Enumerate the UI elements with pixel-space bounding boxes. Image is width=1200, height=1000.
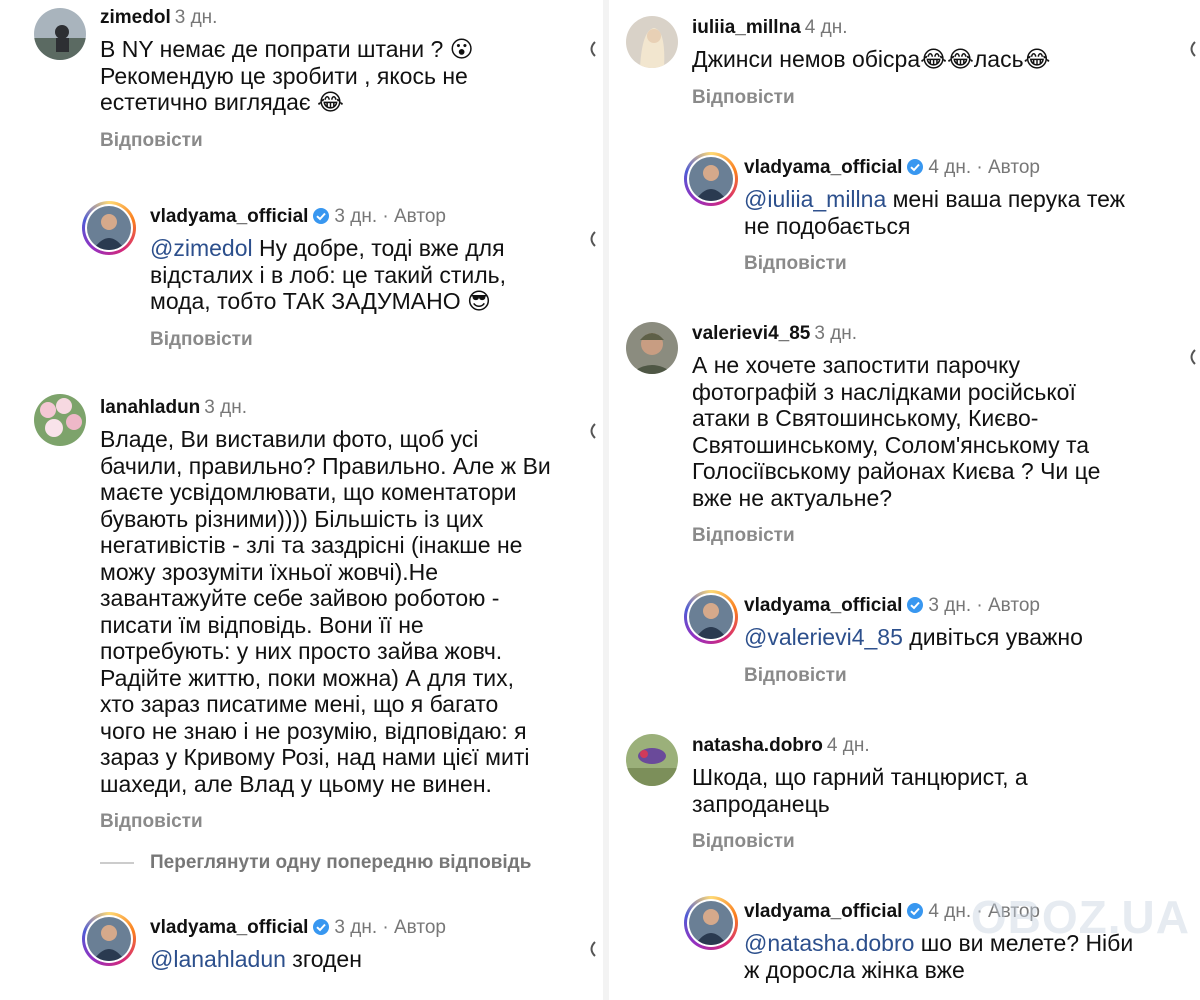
reply-button[interactable]: Відповісти	[100, 130, 570, 152]
mention-link[interactable]: @valerievi4_85	[744, 624, 903, 650]
comment-text: Шкода, що гарний танцюрист, а запроданец…	[692, 764, 1028, 817]
watermark: OBOZ.UA	[970, 891, 1190, 943]
username[interactable]: zimedol	[100, 7, 171, 28]
timestamp: 3 дн. · Автор	[334, 917, 446, 938]
comment-text: Владе, Ви виставили фото, щоб усі бачили…	[100, 426, 551, 797]
avatar-vladyama	[689, 901, 733, 945]
verified-badge-icon	[906, 902, 924, 920]
timestamp: 3 дн.	[204, 397, 248, 418]
username[interactable]: valerievi4_85	[692, 323, 810, 344]
view-previous-label: Переглянути одну попередню відповідь	[150, 852, 532, 873]
divider-line	[100, 861, 134, 864]
avatar-natasha-dobro[interactable]	[626, 734, 678, 786]
reply-button[interactable]: Відповісти	[692, 831, 1172, 853]
timestamp: 4 дн. · Автор	[928, 157, 1040, 178]
column-divider	[603, 0, 609, 1000]
verified-badge-icon	[312, 918, 330, 936]
heart-icon[interactable]	[586, 40, 596, 58]
heart-icon[interactable]	[586, 230, 596, 248]
heart-icon[interactable]	[1186, 348, 1196, 366]
reply-button[interactable]: Відповісти	[744, 665, 1164, 687]
avatar-zimedol[interactable]	[34, 8, 86, 60]
mention-link[interactable]: @natasha.dobro	[744, 930, 914, 956]
username[interactable]: natasha.dobro	[692, 735, 823, 756]
username[interactable]: vladyama_official	[744, 901, 902, 922]
timestamp: 4 дн.	[826, 735, 870, 756]
comment-text: Джинси немов обісра😂😂лась😂	[692, 46, 1051, 72]
heart-icon[interactable]	[1186, 40, 1196, 58]
username[interactable]: iuliia_millna	[692, 17, 801, 38]
heart-icon[interactable]	[586, 940, 596, 958]
avatar-iuliia-millna[interactable]	[626, 16, 678, 68]
reply-text: згоден	[285, 946, 362, 972]
reply-button[interactable]: Відповісти	[150, 329, 570, 351]
username[interactable]: vladyama_official	[150, 206, 308, 227]
username[interactable]: vladyama_official	[150, 917, 308, 938]
avatar-vladyama	[689, 595, 733, 639]
reply-text: дивіться уважно	[902, 624, 1083, 650]
heart-icon[interactable]	[586, 422, 596, 440]
mention-link[interactable]: @lanahladun	[150, 946, 286, 972]
reply-button[interactable]: Відповісти	[692, 525, 1172, 547]
left-comments-panel: zimedol 3 дн. В NY немає де попрати штани…	[0, 0, 600, 1000]
story-ring[interactable]	[684, 590, 738, 644]
story-ring[interactable]	[82, 912, 136, 966]
timestamp: 3 дн.	[174, 7, 218, 28]
view-previous-replies[interactable]: Переглянути одну попередню відповідь	[100, 852, 531, 874]
verified-badge-icon	[906, 158, 924, 176]
story-ring[interactable]	[684, 896, 738, 950]
reply-button[interactable]: Відповісти	[100, 811, 580, 833]
timestamp: 3 дн. · Автор	[928, 595, 1040, 616]
timestamp: 4 дн.	[804, 17, 848, 38]
avatar-vladyama	[87, 917, 131, 961]
comment-text: В NY немає де попрати штани ? 😮 Рекоменд…	[100, 36, 474, 115]
right-comments-panel: iuliia_millna 4 дн. Джинси немов обісра😂😂…	[612, 0, 1200, 1000]
timestamp: 3 дн.	[814, 323, 858, 344]
reply-button[interactable]: Відповісти	[692, 87, 1172, 109]
avatar-vladyama	[689, 157, 733, 201]
timestamp: 3 дн. · Автор	[334, 206, 446, 227]
story-ring[interactable]	[82, 201, 136, 255]
mention-link[interactable]: @zimedol	[150, 235, 253, 261]
verified-badge-icon	[906, 596, 924, 614]
username[interactable]: vladyama_official	[744, 595, 902, 616]
username[interactable]: vladyama_official	[744, 157, 902, 178]
avatar-valerievi4-85[interactable]	[626, 322, 678, 374]
username[interactable]: lanahladun	[100, 397, 200, 418]
verified-badge-icon	[312, 207, 330, 225]
story-ring[interactable]	[684, 152, 738, 206]
mention-link[interactable]: @iuliia_millna	[744, 186, 886, 212]
comment-text: А не хочете запостити парочку фотографій…	[692, 352, 1101, 511]
reply-button[interactable]: Відповісти	[744, 253, 1164, 275]
avatar-vladyama	[87, 206, 131, 250]
avatar-lanahladun[interactable]	[34, 394, 86, 446]
